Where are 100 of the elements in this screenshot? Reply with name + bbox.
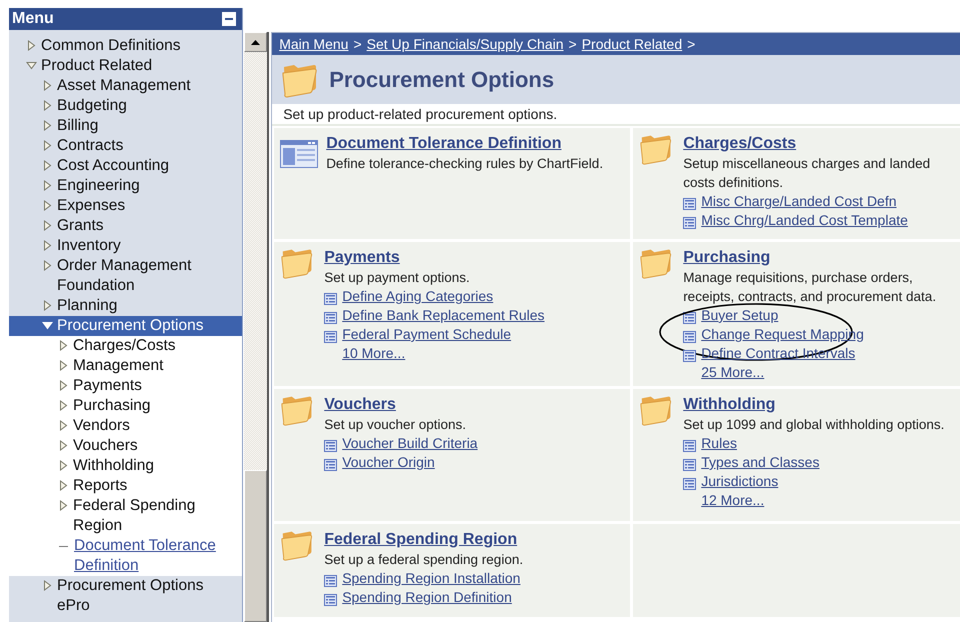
breadcrumb-link[interactable]: Main Menu [279, 36, 348, 52]
expand-triangle-icon[interactable] [58, 460, 69, 471]
expand-triangle-icon[interactable] [26, 40, 37, 51]
more-link[interactable]: 12 More... [701, 491, 764, 510]
menu-title: Menu [12, 10, 54, 28]
component-link[interactable]: Types and Classes [701, 453, 820, 472]
card-description: Define tolerance-checking rules by ChartField. [326, 155, 604, 173]
expand-triangle-icon[interactable] [42, 120, 53, 131]
collapse-triangle-icon[interactable] [42, 320, 53, 331]
list-icon [324, 456, 338, 468]
menu-item[interactable]: Inventory [9, 236, 242, 256]
more-link[interactable]: 25 More... [701, 363, 764, 382]
menu-item[interactable]: Document Tolerance Definition [9, 536, 242, 576]
card-title-link[interactable]: Withholding [683, 395, 776, 415]
list-icon [683, 438, 696, 450]
list-icon [683, 214, 696, 226]
list-icon [683, 348, 696, 360]
list-icon [324, 592, 338, 604]
collapse-button[interactable] [222, 12, 236, 26]
menu-item[interactable]: Vendors [9, 416, 242, 436]
menu-item[interactable]: Cost Accounting [9, 156, 242, 176]
up-arrow-icon [251, 40, 260, 44]
list-icon [324, 438, 338, 450]
component-link[interactable]: Define Bank Replacement Rules [342, 306, 545, 325]
scroll-thumb[interactable] [244, 470, 268, 622]
expand-triangle-icon[interactable] [58, 380, 69, 391]
component-link[interactable]: Federal Payment Schedule [342, 325, 512, 344]
expand-triangle-icon[interactable] [58, 400, 69, 411]
expand-triangle-icon[interactable] [58, 420, 69, 431]
card-description: Set up voucher options. [324, 416, 466, 434]
menu-item[interactable]: Asset Management [9, 76, 242, 96]
card-title-link[interactable]: Purchasing [683, 248, 770, 268]
breadcrumb-separator: > [687, 36, 696, 52]
card-description: Set up payment options. [324, 269, 470, 287]
component-link[interactable]: Misc Charge/Landed Cost Defn [701, 192, 897, 211]
expand-triangle-icon[interactable] [42, 180, 53, 191]
expand-triangle-icon[interactable] [42, 80, 53, 91]
menu-item[interactable]: Common Definitions [9, 36, 242, 56]
component-link[interactable]: Spending Region Installation [342, 569, 520, 588]
list-icon [683, 310, 696, 322]
scroll-up-button[interactable] [244, 32, 268, 52]
list-icon [324, 290, 338, 302]
expand-triangle-icon[interactable] [42, 580, 53, 591]
menu-item[interactable]: Budgeting [9, 96, 242, 116]
list-icon [324, 572, 338, 584]
expand-triangle-icon[interactable] [58, 360, 69, 371]
menu-item[interactable]: Billing [9, 116, 242, 136]
dash-icon [59, 546, 68, 547]
expand-triangle-icon[interactable] [58, 480, 69, 491]
menu-item-selected[interactable]: Procurement Options [9, 316, 242, 336]
menu-item[interactable]: Reports [9, 476, 242, 496]
menu-item[interactable]: Purchasing [9, 396, 242, 416]
menu-item[interactable]: Contracts [9, 136, 242, 156]
breadcrumb-link[interactable]: Product Related [582, 36, 682, 52]
component-link[interactable]: Voucher Origin [342, 453, 435, 472]
expand-triangle-icon[interactable] [42, 160, 53, 171]
menu-item[interactable]: Planning [9, 296, 242, 316]
component-link[interactable]: Misc Chrg/Landed Cost Template [701, 211, 908, 230]
breadcrumb-separator: > [353, 36, 362, 52]
card-title-link[interactable]: Document Tolerance Definition [326, 134, 562, 154]
expand-triangle-icon[interactable] [58, 500, 69, 511]
list-icon [683, 476, 696, 488]
expand-triangle-icon[interactable] [42, 140, 53, 151]
menu-item[interactable]: Payments [9, 376, 242, 396]
card-description: Set up a federal spending region. [324, 551, 524, 569]
menu-item[interactable]: Vouchers [9, 436, 242, 456]
card-title-link[interactable]: Payments [324, 248, 400, 268]
component-link[interactable]: Buyer Setup [701, 306, 778, 325]
component-link[interactable]: Rules [701, 434, 737, 453]
expand-triangle-icon[interactable] [42, 240, 53, 251]
menu-item[interactable]: Management [9, 356, 242, 376]
menu-item[interactable]: Withholding [9, 456, 242, 476]
menu-item[interactable]: Product Related [9, 56, 242, 76]
card-title-link[interactable]: Vouchers [324, 395, 396, 415]
menu-item[interactable]: Grants [9, 216, 242, 236]
card-title-link[interactable]: Charges/Costs [683, 134, 796, 154]
expand-triangle-icon[interactable] [42, 220, 53, 231]
more-link[interactable]: 10 More... [342, 344, 406, 363]
expand-triangle-icon[interactable] [42, 200, 53, 211]
card-title-link[interactable]: Federal Spending Region [324, 530, 518, 550]
expand-triangle-icon[interactable] [58, 440, 69, 451]
card-description: Setup miscellaneous charges and landed costs definitions. [683, 155, 932, 192]
breadcrumb-link[interactable]: Set Up Financials/Supply Chain [366, 36, 564, 52]
menu-item[interactable]: Federal Spending Region [9, 496, 242, 536]
component-link[interactable]: Jurisdictions [701, 472, 778, 491]
menu-item[interactable]: Charges/Costs [9, 336, 242, 356]
component-link[interactable]: Define Aging Categories [342, 287, 494, 306]
scrollbar[interactable] [244, 32, 270, 622]
expand-triangle-icon[interactable] [42, 300, 53, 311]
component-link[interactable]: Spending Region Definition [342, 588, 512, 607]
menu-item[interactable]: Engineering [9, 176, 242, 196]
expand-triangle-icon[interactable] [42, 100, 53, 111]
expand-triangle-icon[interactable] [58, 340, 69, 351]
menu-item[interactable]: Procurement Options ePro [9, 576, 242, 616]
expand-triangle-icon[interactable] [42, 260, 53, 271]
component-link[interactable]: Voucher Build Criteria [342, 434, 478, 453]
menu-item[interactable]: Order Management Foundation [9, 256, 242, 296]
menu-item[interactable]: Expenses [9, 196, 242, 216]
list-icon [683, 328, 696, 340]
collapse-triangle-icon[interactable] [26, 60, 37, 71]
